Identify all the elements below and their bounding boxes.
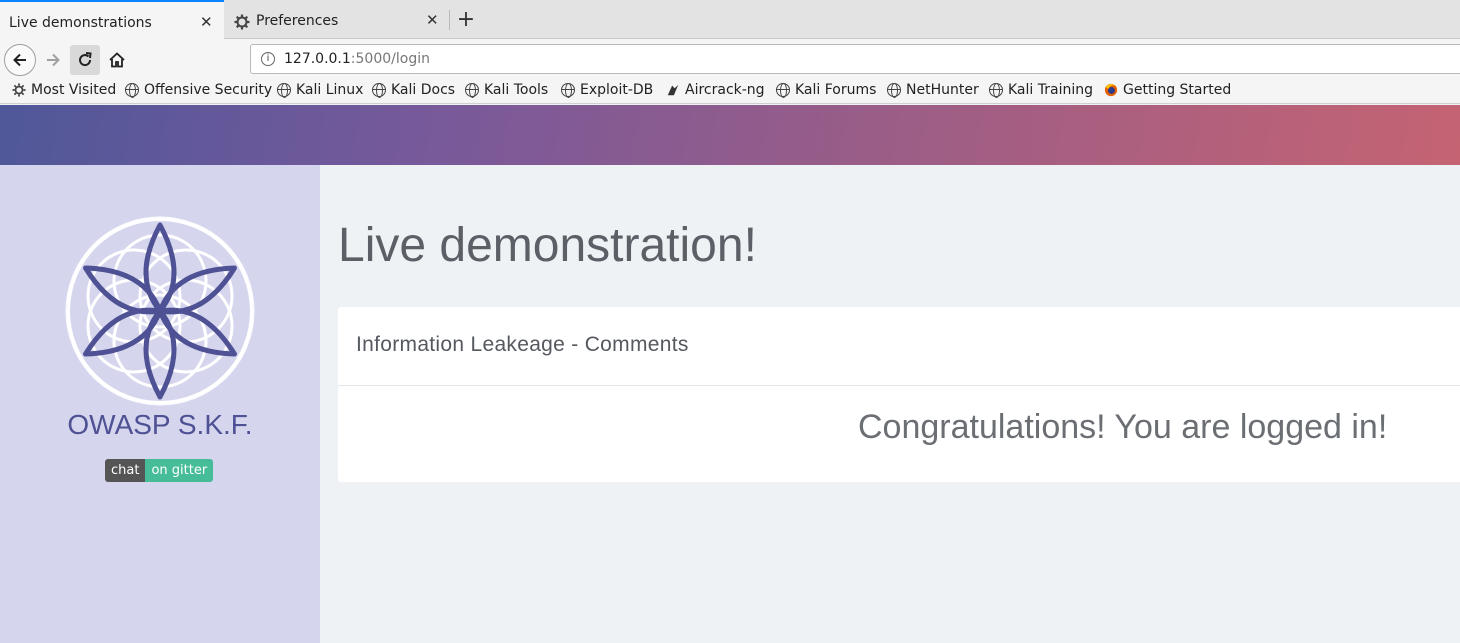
bookmark-aircrack-ng[interactable]: Aircrack-ng	[666, 82, 765, 98]
owasp-skf-logo[interactable]	[62, 213, 258, 409]
bookmark-label: Kali Tools	[484, 82, 549, 98]
back-button[interactable]	[4, 44, 36, 76]
close-tab-icon[interactable]: ✕	[426, 11, 439, 29]
aircrack-icon	[667, 84, 679, 96]
bookmark-kali-tools[interactable]: Kali Tools	[465, 82, 548, 98]
gitter-chat-badge[interactable]: chat on gitter	[105, 459, 214, 482]
globe-icon	[989, 83, 1003, 98]
bookmark-most-visited[interactable]: Most Visited	[12, 82, 116, 98]
bookmarks-toolbar: Most Visited Offensive Security Kali Lin…	[0, 79, 1460, 104]
globe-icon	[465, 83, 479, 98]
bookmark-label: Getting Started	[1123, 82, 1232, 98]
info-icon[interactable]: i	[261, 52, 275, 66]
badge-right: on gitter	[145, 459, 214, 482]
forward-button[interactable]	[38, 45, 68, 75]
bookmark-label: Aircrack-ng	[685, 82, 765, 98]
globe-icon	[561, 83, 575, 98]
reload-button[interactable]	[70, 45, 100, 75]
url-text[interactable]: 127.0.0.1:5000/login	[284, 51, 430, 67]
bookmark-label: NetHunter	[906, 82, 979, 98]
url-bar[interactable]: i 127.0.0.1:5000/login	[250, 44, 1460, 74]
globe-icon	[776, 83, 790, 98]
globe-icon	[372, 83, 386, 98]
gear-icon	[234, 14, 250, 30]
url-host: 127.0.0.1	[284, 51, 351, 67]
login-success-message: Congratulations! You are logged in!	[858, 408, 1388, 446]
reload-icon	[79, 52, 92, 67]
badge-left: chat	[105, 459, 146, 482]
new-tab-button[interactable]: +	[452, 6, 480, 34]
gear-icon	[12, 83, 26, 97]
card-title: Information Leakeage - Comments	[356, 333, 689, 356]
firefox-icon	[1104, 83, 1118, 97]
tab-title: Live demonstrations	[9, 15, 152, 31]
globe-icon	[125, 83, 139, 98]
demo-card: Information Leakeage - Comments Congratu…	[338, 307, 1460, 482]
bookmark-label: Most Visited	[31, 82, 117, 98]
tab-title: Preferences	[256, 13, 339, 29]
bookmark-getting-started[interactable]: Getting Started	[1104, 82, 1231, 98]
bookmark-label: Offensive Security	[144, 82, 273, 98]
bookmark-label: Kali Forums	[795, 82, 877, 98]
tab-separator	[449, 10, 450, 30]
tab-preferences[interactable]: Preferences ✕	[224, 0, 448, 39]
bookmark-label: Kali Linux	[296, 82, 364, 98]
globe-icon	[887, 83, 901, 98]
globe-icon	[277, 83, 291, 98]
bookmark-kali-forums[interactable]: Kali Forums	[776, 82, 876, 98]
card-header: Information Leakeage - Comments	[338, 307, 1460, 386]
sidebar: OWASP S.K.F. chat on gitter	[0, 165, 320, 643]
home-icon	[109, 52, 125, 68]
bookmark-kali-linux[interactable]: Kali Linux	[277, 82, 363, 98]
header-banner	[0, 105, 1460, 165]
bookmark-kali-training[interactable]: Kali Training	[989, 82, 1093, 98]
tab-strip: Live demonstrations ✕ Preferences ✕ +	[0, 0, 1460, 39]
close-tab-icon[interactable]: ✕	[200, 13, 213, 31]
brand-name[interactable]: OWASP S.K.F.	[0, 409, 320, 441]
page-title: Live demonstration!	[338, 219, 757, 272]
bookmark-offensive-security[interactable]: Offensive Security	[125, 82, 272, 98]
tab-live-demonstrations[interactable]: Live demonstrations ✕	[0, 0, 224, 39]
bookmark-label: Kali Training	[1008, 82, 1093, 98]
url-path: :5000/login	[350, 51, 430, 67]
bookmark-label: Kali Docs	[391, 82, 456, 98]
bookmark-nethunter[interactable]: NetHunter	[887, 82, 979, 98]
arrow-right-icon	[47, 53, 60, 67]
bookmark-exploit-db[interactable]: Exploit-DB	[561, 82, 653, 98]
bookmark-label: Exploit-DB	[580, 82, 654, 98]
arrow-left-icon	[13, 53, 26, 67]
home-button[interactable]	[102, 45, 132, 75]
bookmark-kali-docs[interactable]: Kali Docs	[372, 82, 455, 98]
